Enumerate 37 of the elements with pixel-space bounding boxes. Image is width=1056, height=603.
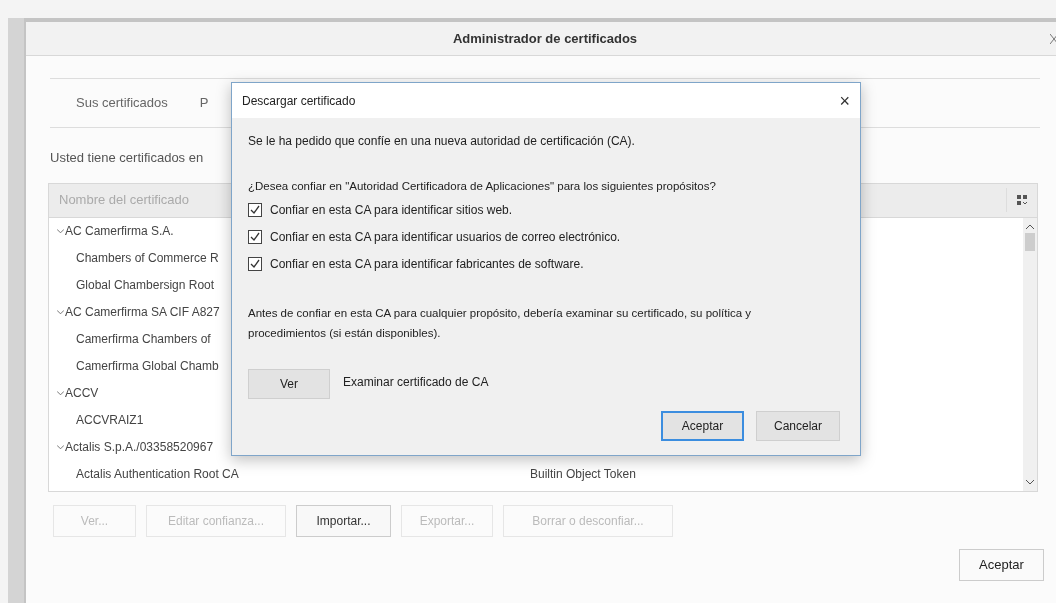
close-icon[interactable]: [1050, 34, 1056, 44]
accept-button[interactable]: Aceptar: [959, 548, 1044, 581]
checkbox-label[interactable]: Confiar en esta CA para identificar usuarios de correo electrónico.: [270, 228, 621, 247]
view-label: Examinar certificado de CA: [343, 374, 489, 392]
dialog-title: Descargar certificado: [242, 92, 356, 110]
scroll-up-icon[interactable]: [1026, 223, 1034, 229]
view-button[interactable]: Ver: [248, 369, 330, 400]
tree-group-label[interactable]: Actalis S.p.A./03358520967: [65, 438, 214, 456]
close-button[interactable]: ×: [839, 91, 850, 110]
tree-group-label[interactable]: AC Camerfirma SA CIF A827: [65, 303, 220, 321]
action-button[interactable]: Importar...: [296, 504, 391, 537]
scroll-down-icon[interactable]: [1026, 479, 1034, 485]
scrollbar-thumb[interactable]: [1025, 232, 1035, 251]
checkbox-label[interactable]: Confiar en esta CA para identificar fabricantes de software.: [270, 255, 584, 274]
tree-item-label[interactable]: Actalis Authentication Root CA: [76, 465, 530, 483]
accept-button[interactable]: Aceptar: [661, 411, 744, 442]
cancel-button[interactable]: Cancelar: [756, 411, 840, 442]
tab[interactable]: Sus certificados: [76, 93, 168, 113]
checkbox[interactable]: [248, 230, 262, 245]
chevron-down-icon[interactable]: [57, 309, 64, 315]
chevron-down-icon[interactable]: [57, 444, 64, 450]
checkbox[interactable]: [248, 203, 262, 218]
window-title: Administrador de certificados: [452, 29, 638, 48]
tree-group-label[interactable]: AC Camerfirma S.A.: [65, 222, 174, 240]
chevron-down-icon[interactable]: [57, 228, 64, 234]
chevron-down-icon[interactable]: [57, 390, 64, 396]
warning-text: Antes de confiar en esta CA para cualquier propósito, debería examinar su certificado, su política y procedimientos (si están disponibles).: [248, 306, 753, 342]
scrollbar[interactable]: [1023, 217, 1037, 491]
message-text: Se le ha pedido que confíe en una nueva autoridad de certificación (CA).: [248, 133, 636, 150]
tab[interactable]: P: [199, 93, 209, 113]
intro-text: Usted tiene certificados en: [50, 149, 205, 167]
column-picker-icon[interactable]: [1017, 195, 1027, 205]
checkbox[interactable]: [248, 257, 262, 272]
tree-group-label[interactable]: ACCV: [65, 384, 99, 402]
question-text: ¿Desea confiar en "Autoridad Certificadora de Aplicaciones" para los siguientes propósitos?: [248, 179, 717, 194]
table-cell-text: Builtin Object Token: [530, 466, 636, 483]
checkbox-label[interactable]: Confiar en esta CA para identificar sitios web.: [270, 201, 513, 220]
